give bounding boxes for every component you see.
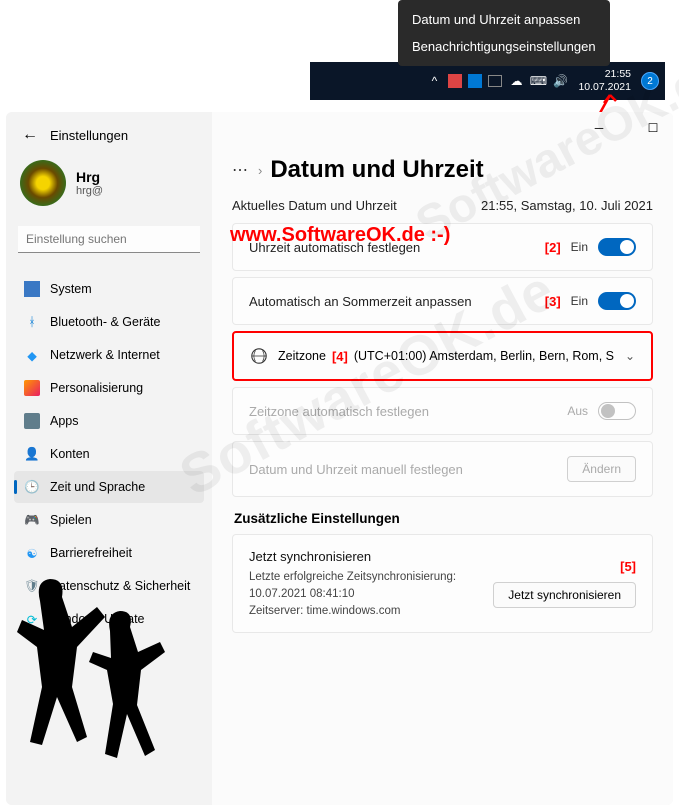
sync-last-time: 10.07.2021 08:41:10 <box>249 586 456 603</box>
nav-label: Barrierefreiheit <box>50 546 132 560</box>
nav-label: Konten <box>50 447 90 461</box>
user-email: hrg@ <box>76 185 103 197</box>
paint-icon <box>24 380 40 396</box>
card-sync: Jetzt synchronisieren Letzte erfolgreich… <box>232 534 653 633</box>
sidebar-item-network[interactable]: ◆ Netzwerk & Internet <box>14 339 204 371</box>
nav-label: Apps <box>50 414 79 428</box>
notification-badge[interactable]: 2 <box>641 72 659 90</box>
user-name: Hrg <box>76 169 103 185</box>
clock-time: 21:55 <box>578 68 631 81</box>
update-icon: ⟳ <box>24 611 40 627</box>
system-tray: ^ ☁ ⌨ 🔊 <box>426 73 568 89</box>
nav-list: System ᚼ Bluetooth- & Geräte ◆ Netzwerk & … <box>14 273 204 635</box>
chevron-up-icon[interactable]: ^ <box>426 73 442 89</box>
shield-icon: 🛡 <box>24 578 40 594</box>
clock-icon: 🕒 <box>24 479 40 495</box>
current-datetime-value: 21:55, Samstag, 10. Juli 2021 <box>481 198 653 213</box>
timezone-value: (UTC+01:00) Amsterdam, Berlin, Bern, Rom… <box>354 349 614 363</box>
accounts-icon: 👤 <box>24 446 40 462</box>
nav-label: Spielen <box>50 513 92 527</box>
maximize-button[interactable]: ☐ <box>635 114 671 142</box>
change-button: Ändern <box>567 456 636 482</box>
taskbar: ^ ☁ ⌨ 🔊 21:55 10.07.2021 2 <box>310 62 665 100</box>
nav-label: Datenschutz & Sicherheit <box>50 579 190 593</box>
sync-now-button[interactable]: Jetzt synchronisieren <box>493 582 636 608</box>
back-button[interactable]: ← <box>22 126 38 144</box>
bluetooth-icon: ᚼ <box>24 314 40 330</box>
auto-tz-label: Zeitzone automatisch festlegen <box>249 404 557 419</box>
app-title: Einstellungen <box>50 128 128 143</box>
annotation-3: [3] <box>545 294 561 309</box>
dst-toggle[interactable] <box>598 292 636 310</box>
sync-title: Jetzt synchronisieren <box>249 547 456 567</box>
menu-notification-settings[interactable]: Benachrichtigungseinstellungen <box>398 33 610 60</box>
chevron-right-icon: › <box>258 163 262 178</box>
sidebar-item-time-language[interactable]: 🕒 Zeit und Sprache <box>14 471 204 503</box>
nav-label: System <box>50 282 92 296</box>
auto-time-toggle[interactable] <box>598 238 636 256</box>
sidebar-item-accessibility[interactable]: ☯ Barrierefreiheit <box>14 537 204 569</box>
avatar <box>20 160 66 206</box>
section-additional: Zusätzliche Einstellungen <box>234 511 653 526</box>
page-title: Datum und Uhrzeit <box>270 156 483 184</box>
onedrive-icon[interactable]: ☁ <box>508 73 524 89</box>
tray-window-icon[interactable] <box>488 75 502 87</box>
sidebar-item-gaming[interactable]: 🎮 Spielen <box>14 504 204 536</box>
chevron-down-icon: ⌄ <box>625 349 635 363</box>
nav-label: Netzwerk & Internet <box>50 348 160 362</box>
dst-label: Automatisch an Sommerzeit anpassen <box>249 294 535 309</box>
accessibility-icon: ☯ <box>24 545 40 561</box>
minimize-button[interactable]: ─ <box>581 114 617 142</box>
gaming-icon: 🎮 <box>24 512 40 528</box>
sync-server: Zeitserver: time.windows.com <box>249 603 456 620</box>
sidebar-item-apps[interactable]: Apps <box>14 405 204 437</box>
breadcrumb: ⋯ › Datum und Uhrzeit <box>232 156 653 184</box>
apps-icon <box>24 413 40 429</box>
sidebar-item-accounts[interactable]: 👤 Konten <box>14 438 204 470</box>
timezone-label: Zeitzone <box>278 349 326 363</box>
user-account-row[interactable]: Hrg hrg@ <box>14 152 204 214</box>
annotation-5: [5] <box>620 559 636 574</box>
sidebar-item-personalization[interactable]: Personalisierung <box>14 372 204 404</box>
annotation-2: [2] <box>545 240 561 255</box>
breadcrumb-more[interactable]: ⋯ <box>232 160 250 180</box>
search-input[interactable] <box>18 226 200 253</box>
main-content: ─ ☐ ⋯ › Datum und Uhrzeit Aktuelles Datu… <box>212 112 673 805</box>
auto-time-label: Uhrzeit automatisch festlegen <box>249 240 535 255</box>
nav-label: Windows Update <box>50 612 145 626</box>
settings-window: ← Einstellungen Hrg hrg@ System ᚼ Bluetoo… <box>6 112 673 805</box>
card-auto-time: Uhrzeit automatisch festlegen [2] Ein <box>232 223 653 271</box>
sync-last-label: Letzte erfolgreiche Zeitsynchronisierung… <box>249 569 456 586</box>
nav-label: Zeit und Sprache <box>50 480 145 494</box>
network-icon: ◆ <box>24 347 40 363</box>
card-manual-datetime: Datum und Uhrzeit manuell festlegen Ände… <box>232 441 653 497</box>
sidebar-item-system[interactable]: System <box>14 273 204 305</box>
tray-app-icon[interactable] <box>448 74 462 88</box>
current-datetime-label: Aktuelles Datum und Uhrzeit <box>232 198 397 213</box>
menu-adjust-datetime[interactable]: Datum und Uhrzeit anpassen <box>398 6 610 33</box>
volume-icon[interactable]: 🔊 <box>552 73 568 89</box>
nav-label: Personalisierung <box>50 381 143 395</box>
sidebar-item-windows-update[interactable]: ⟳ Windows Update <box>14 603 204 635</box>
card-timezone[interactable]: Zeitzone [4] (UTC+01:00) Amsterdam, Berl… <box>232 331 653 381</box>
clock-date: 10.07.2021 <box>578 81 631 94</box>
card-auto-timezone: Zeitzone automatisch festlegen Aus <box>232 387 653 435</box>
sidebar: ← Einstellungen Hrg hrg@ System ᚼ Bluetoo… <box>6 112 212 805</box>
auto-time-state: Ein <box>571 240 588 254</box>
sidebar-item-bluetooth[interactable]: ᚼ Bluetooth- & Geräte <box>14 306 204 338</box>
annotation-4: [4] <box>332 349 348 364</box>
card-dst: Automatisch an Sommerzeit anpassen [3] E… <box>232 277 653 325</box>
globe-clock-icon <box>250 347 268 365</box>
dst-state: Ein <box>571 294 588 308</box>
nav-label: Bluetooth- & Geräte <box>50 315 160 329</box>
sidebar-item-privacy[interactable]: 🛡 Datenschutz & Sicherheit <box>14 570 204 602</box>
manual-label: Datum und Uhrzeit manuell festlegen <box>249 462 557 477</box>
tray-shield-icon[interactable] <box>468 74 482 88</box>
taskbar-clock[interactable]: 21:55 10.07.2021 <box>574 68 635 93</box>
system-icon <box>24 281 40 297</box>
keyboard-icon[interactable]: ⌨ <box>530 73 546 89</box>
auto-tz-toggle <box>598 402 636 420</box>
taskbar-clock-context-menu: Datum und Uhrzeit anpassen Benachrichtig… <box>398 0 610 66</box>
auto-tz-state: Aus <box>567 404 588 418</box>
